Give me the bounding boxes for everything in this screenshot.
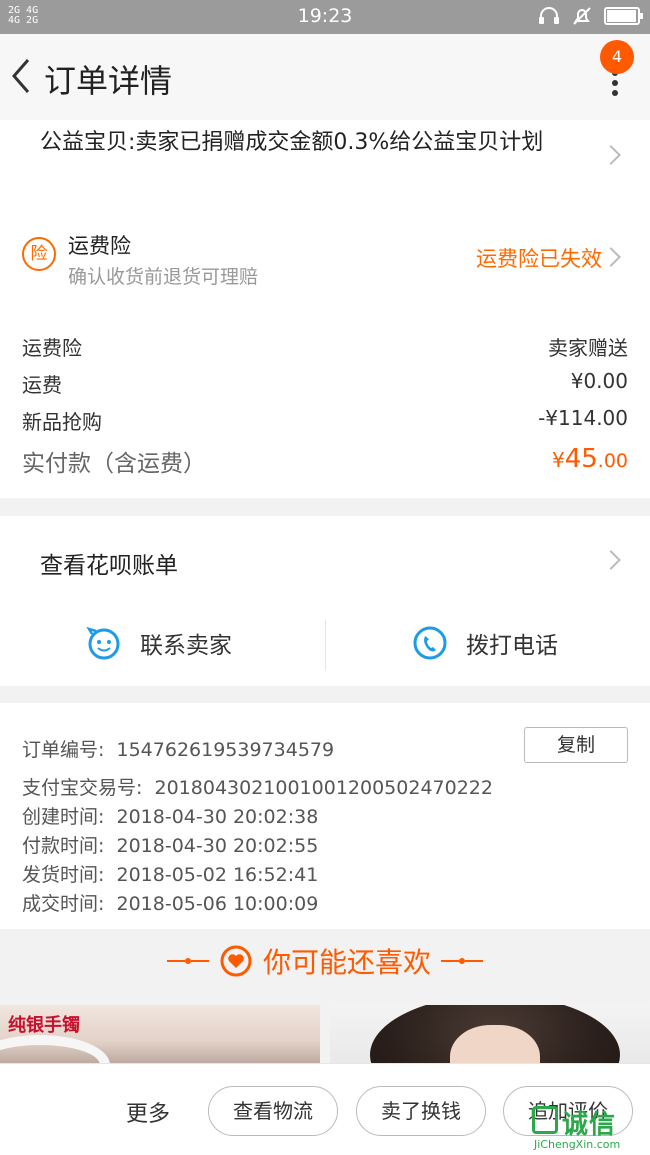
fee-value: 卖家赠送	[548, 336, 628, 360]
payment-currency: ¥	[551, 448, 565, 472]
page-title: 订单详情	[44, 62, 173, 100]
view-logistics-button[interactable]: 查看物流	[208, 1086, 338, 1136]
call-phone-label: 拨打电话	[466, 633, 558, 659]
info-label: 创建时间:	[22, 806, 105, 828]
product-card[interactable]: 纯银手镯	[0, 1005, 320, 1065]
contact-seller-label: 联系卖家	[140, 633, 232, 659]
insurance-icon: 险	[22, 237, 56, 271]
bottom-action-bar: 更多 查看物流 卖了换钱 追加评价 诚信 JiChengXin.com	[0, 1063, 650, 1155]
watermark-text: 诚信	[562, 1110, 617, 1140]
insurance-title: 运费险	[68, 234, 131, 258]
resell-button[interactable]: 卖了换钱	[356, 1086, 486, 1136]
more-button[interactable]: 更多	[126, 1096, 170, 1128]
paid-time-line: 付款时间: 2018-04-30 20:02:55	[22, 831, 318, 858]
huabei-bill-link[interactable]: 查看花呗账单	[40, 546, 178, 580]
info-label: 订单编号:	[22, 739, 105, 761]
info-value: 2018-05-02 16:52:41	[116, 864, 319, 886]
insurance-subtitle: 确认收货前退货可理赔	[68, 266, 259, 288]
charity-text: 公益宝贝:卖家已捐赠成交金额0.3%给公益宝贝计划	[40, 130, 544, 155]
chevron-right-icon	[601, 145, 621, 165]
fee-label: 运费	[22, 373, 62, 397]
payment-decimal: .00	[597, 450, 628, 472]
info-label: 付款时间:	[22, 835, 105, 857]
back-arrow-icon[interactable]	[8, 54, 34, 98]
mute-bell-icon	[573, 7, 591, 25]
divider	[325, 620, 326, 670]
payment-label: 实付款（含运费）	[22, 451, 206, 477]
payment-amount: ¥45.00	[552, 444, 628, 474]
decor-line-left	[166, 958, 209, 964]
decor-line-right	[441, 958, 483, 964]
order-info: 订单编号: 154762619539734579 复制 支付宝交易号: 2018…	[0, 703, 650, 929]
headset-icon	[539, 7, 559, 24]
info-value: 2018-05-06 10:00:09	[116, 893, 319, 915]
fee-summary: 运费险 卖家赠送 运费 ¥0.00 新品抢购 -¥114.00 实付款（含运费）…	[0, 300, 650, 498]
info-value: 2018-04-30 20:02:38	[116, 806, 319, 828]
payment-integer: 45	[564, 444, 598, 474]
battery-fill	[607, 10, 636, 22]
notification-badge: 4	[600, 40, 634, 74]
info-value: 154762619539734579	[116, 739, 335, 761]
payment-row: 实付款（含运费） ¥45.00	[22, 444, 628, 478]
fee-label: 运费险	[22, 336, 82, 360]
fee-value: -¥114.00	[538, 406, 628, 430]
chevron-right-icon	[601, 550, 621, 570]
info-label: 发货时间:	[22, 864, 105, 886]
shipping-insurance-row[interactable]: 险 运费险 确认收货前退货可理赔 运费险已失效	[0, 200, 650, 300]
phone-icon	[413, 626, 447, 660]
alipay-trade-line: 支付宝交易号: 2018043021001001200502470222	[22, 773, 493, 800]
watermark-mark	[532, 1106, 558, 1134]
product-tag: 纯银手镯	[8, 1015, 80, 1036]
fee-row: 运费 ¥0.00	[22, 369, 628, 398]
contact-seller-button[interactable]: 联系卖家	[86, 616, 232, 670]
fee-row: 新品抢购 -¥114.00	[22, 406, 628, 435]
battery-icon	[604, 7, 643, 25]
order-number-line: 订单编号: 154762619539734579	[22, 735, 334, 762]
info-label: 支付宝交易号:	[22, 777, 143, 799]
nav-bar: 订单详情 4	[0, 34, 650, 120]
recommend-title: 你可能还喜欢	[262, 946, 431, 979]
created-time-line: 创建时间: 2018-04-30 20:02:38	[22, 802, 318, 829]
recommend-header: 你可能还喜欢	[0, 929, 650, 1005]
info-value: 2018043021001001200502470222	[154, 777, 493, 799]
copy-button[interactable]: 复制	[524, 727, 628, 763]
watermark-url: JiChengXin.com	[534, 1138, 621, 1151]
call-phone-button[interactable]: 拨打电话	[412, 616, 558, 670]
chat-face-icon	[86, 626, 120, 660]
fee-row: 运费险 卖家赠送	[22, 332, 628, 361]
heart-icon	[220, 945, 252, 977]
product-card[interactable]	[330, 1005, 650, 1065]
charity-row[interactable]: 公益宝贝:卖家已捐赠成交金额0.3%给公益宝贝计划	[0, 120, 650, 200]
completed-time-line: 成交时间: 2018-05-06 10:00:09	[22, 889, 318, 916]
info-value: 2018-04-30 20:02:55	[116, 835, 319, 857]
huabei-section: 查看花呗账单 联系卖家 拨打电话	[0, 516, 650, 686]
insurance-status: 运费险已失效	[476, 247, 602, 271]
status-bar: 2G 4G 4G 2G 19:23	[0, 0, 650, 34]
fee-value: ¥0.00	[570, 369, 628, 393]
fee-label: 新品抢购	[22, 410, 102, 434]
info-label: 成交时间:	[22, 893, 105, 915]
chevron-right-icon	[601, 247, 621, 267]
shipped-time-line: 发货时间: 2018-05-02 16:52:41	[22, 860, 318, 887]
watermark-logo: 诚信 JiChengXin.com	[532, 1104, 644, 1154]
product-image	[0, 1035, 110, 1065]
